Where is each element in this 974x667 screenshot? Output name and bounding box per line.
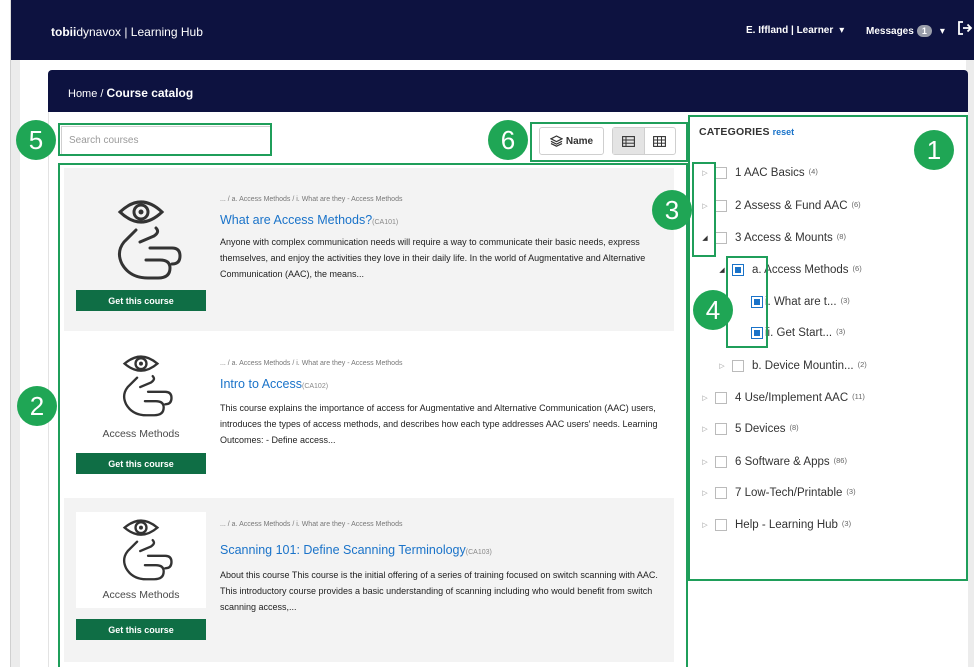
chevron-down-icon: ▾ xyxy=(839,25,845,36)
callout-box-subcategories xyxy=(726,256,768,348)
callout-box-expand-arrows xyxy=(692,162,716,257)
callout-marker-4: 4 xyxy=(693,290,733,330)
logout-icon[interactable] xyxy=(957,20,973,36)
callout-marker-3: 3 xyxy=(652,190,692,230)
chevron-down-icon: ▾ xyxy=(939,26,945,37)
messages-count-badge: 1 xyxy=(916,25,932,37)
callout-marker-5: 5 xyxy=(16,120,56,160)
breadcrumb-bar: Home / Course catalog xyxy=(48,70,968,112)
breadcrumb: Home / Course catalog xyxy=(68,86,193,100)
brand-logo[interactable]: tobiidynavox | Learning Hub xyxy=(51,25,203,39)
messages-menu[interactable]: Messages 1 ▾ xyxy=(866,25,945,37)
top-navbar: tobiidynavox | Learning Hub E. Iffland |… xyxy=(10,0,974,60)
callout-marker-2: 2 xyxy=(17,386,57,426)
callout-marker-6: 6 xyxy=(488,120,528,160)
page-title: Course catalog xyxy=(106,86,194,100)
callout-box-course-list xyxy=(58,163,688,667)
callout-marker-1: 1 xyxy=(914,130,954,170)
breadcrumb-home-link[interactable]: Home / xyxy=(68,88,103,100)
callout-box-categories xyxy=(688,115,968,581)
callout-box-search xyxy=(58,123,272,156)
user-menu[interactable]: E. Iffland | Learner ▾ xyxy=(746,25,844,36)
callout-box-sort-view xyxy=(530,122,688,162)
